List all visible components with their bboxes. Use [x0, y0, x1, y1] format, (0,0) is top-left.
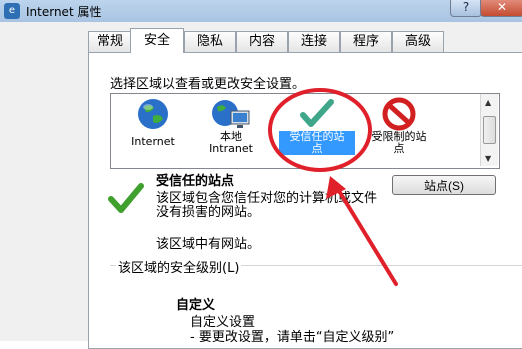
checkmark-icon — [300, 99, 334, 127]
zone-label: 受限制的站 点 — [371, 130, 427, 155]
selected-zone-status: 该区域中有网站。 — [156, 237, 261, 252]
intranet-icon — [212, 100, 250, 128]
tab-content[interactable]: 内容 — [236, 31, 288, 52]
tab-privacy[interactable]: 隐私 — [184, 31, 236, 52]
tab-programs[interactable]: 程序 — [340, 31, 392, 52]
scroll-up-arrow-icon[interactable]: ▲ — [485, 98, 491, 107]
title-bar: e Internet 属性 ? ✕ — [0, 0, 522, 23]
close-button[interactable]: ✕ — [480, 0, 522, 17]
zone-list[interactable]: Internet 本地 Intranet 受信任的站 点 受限制的站 点 — [110, 93, 500, 169]
security-level-group-label: 该区域的安全级别(L) — [116, 257, 242, 276]
zone-restricted-sites[interactable]: 受限制的站 点 — [361, 97, 437, 155]
zone-trusted-sites[interactable]: 受信任的站 点 — [279, 97, 355, 155]
zone-list-scrollbar[interactable]: ▲ ▼ — [480, 94, 498, 166]
zone-internet[interactable]: Internet — [117, 97, 189, 148]
tab-advanced[interactable]: 高级 — [392, 31, 444, 52]
tab-security[interactable]: 安全 — [130, 28, 184, 53]
scroll-down-arrow-icon[interactable]: ▼ — [485, 154, 491, 163]
trusted-checkmark-icon — [108, 183, 144, 213]
zone-label: 本地 Intranet — [209, 130, 253, 155]
scroll-thumb[interactable] — [483, 116, 496, 144]
zone-label: 受信任的站 点 — [279, 131, 355, 155]
selected-zone-title: 受信任的站点 — [156, 174, 235, 189]
tab-general[interactable]: 常规 — [88, 31, 132, 52]
zone-instruction: 选择区域以查看或更改安全设置。 — [110, 77, 306, 92]
zone-local-intranet[interactable]: 本地 Intranet — [193, 97, 269, 155]
tab-connections[interactable]: 连接 — [288, 31, 340, 52]
help-button[interactable]: ? — [450, 0, 482, 17]
security-level-detail-2: - 要更改设置，请单击“自定义级别” — [190, 330, 395, 345]
zone-label: Internet — [131, 135, 175, 148]
window-title: Internet 属性 — [26, 5, 102, 19]
globe-icon — [138, 99, 168, 129]
no-entry-icon — [382, 97, 416, 131]
selected-zone-description: 该区域包含您信任对您的计算机或文件没有损害的网站。 — [156, 191, 378, 220]
sites-button[interactable]: 站点(S) — [392, 175, 496, 195]
internet-options-icon: e — [4, 3, 20, 19]
